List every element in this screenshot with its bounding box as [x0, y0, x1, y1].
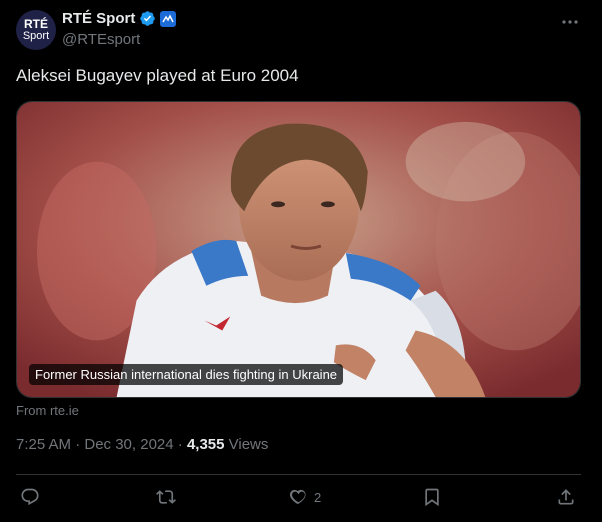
bookmark-icon — [425, 488, 439, 507]
tweet-meta: 7:25 AM · Dec 30, 2024 · 4,355 Views — [16, 436, 268, 453]
like-icon — [289, 489, 306, 505]
share-icon — [558, 489, 574, 505]
avatar-text-line1: RTÉ — [24, 17, 48, 31]
likes-count: 2 — [314, 489, 322, 505]
card-source[interactable]: From rte.ie — [16, 403, 79, 418]
user-handle[interactable]: @RTEsport — [62, 31, 140, 48]
link-card[interactable]: Former Russian international dies fighti… — [16, 101, 581, 398]
more-icon[interactable] — [560, 12, 580, 32]
views-count[interactable]: 4,355 — [187, 436, 225, 453]
affiliate-badge-icon[interactable] — [160, 10, 177, 27]
like-button[interactable]: 2 — [288, 484, 321, 510]
avatar[interactable]: RTÉ Sport — [16, 10, 56, 50]
retweet-icon — [156, 490, 176, 504]
views-label: Views — [224, 436, 269, 453]
timestamp[interactable]: 7:25 AM · Dec 30, 2024 · — [16, 436, 187, 453]
divider — [16, 474, 581, 475]
reply-icon — [21, 488, 39, 506]
name-row: RTÉ Sport — [62, 10, 177, 27]
display-name[interactable]: RTÉ Sport — [62, 10, 135, 27]
action-bar: 2 — [16, 484, 581, 510]
retweet-button[interactable] — [156, 484, 176, 510]
card-caption: Former Russian international dies fighti… — [29, 364, 344, 385]
tweet-header: RTÉ Sport RTÉ Sport @RTEsport — [16, 10, 586, 52]
avatar-text-line2: Sport — [22, 30, 50, 42]
reply-button[interactable] — [20, 484, 40, 510]
article-photo — [17, 102, 580, 397]
verified-badge-icon[interactable] — [139, 10, 156, 27]
tweet-text: Aleksei Bugayev played at Euro 2004 — [16, 66, 299, 85]
bookmark-button[interactable] — [422, 484, 442, 510]
share-button[interactable] — [556, 484, 576, 510]
